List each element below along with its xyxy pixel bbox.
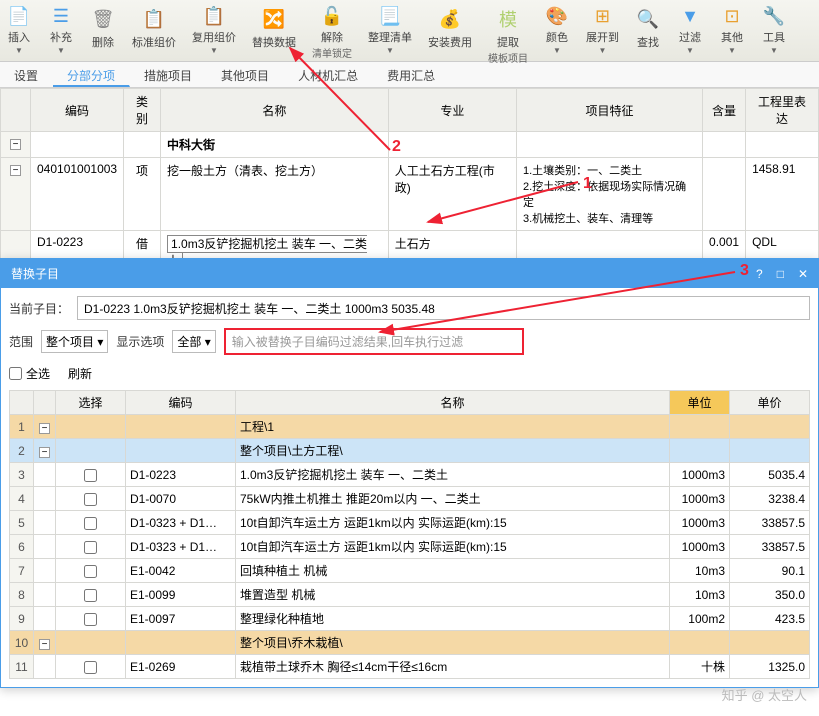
tab-人材机汇总[interactable]: 人材机汇总 — [284, 62, 373, 87]
current-item-input[interactable] — [77, 296, 810, 320]
dialog-title-text: 替换子目 — [11, 265, 59, 282]
show-select[interactable]: 全部 ▾ — [172, 330, 215, 353]
toolbar-插入[interactable]: 📄插入▼ — [2, 4, 36, 57]
list-item[interactable]: 3D1-02231.0m3反铲挖掘机挖土 装车 一、二类土1000m35035.… — [10, 463, 810, 487]
main-toolbar: 📄插入▼☰补充▼🗑删除📋标准组价📋复用组价▼🔀替换数据🔓解除清单锁定📃整理清单▼… — [0, 0, 819, 62]
row-checkbox[interactable] — [84, 613, 97, 626]
toolbar-整理清单[interactable]: 📃整理清单▼ — [364, 4, 416, 57]
replace-dialog: 替换子目 ? □ ✕ 当前子目： 范围 整个项目 ▾ 显示选项 全部 ▾ 输入被… — [0, 258, 819, 688]
scope-select[interactable]: 整个项目 ▾ — [41, 330, 108, 353]
tab-费用汇总[interactable]: 费用汇总 — [373, 62, 450, 87]
list-item[interactable]: 7E1-0042回填种植土 机械10m390.1 — [10, 559, 810, 583]
col-name: 名称 — [236, 391, 670, 415]
show-label: 显示选项 — [116, 333, 164, 350]
dialog-titlebar: 替换子目 ? □ ✕ — [1, 259, 818, 288]
refresh-button[interactable]: 刷新 — [60, 363, 100, 384]
sub-items-table: 选择 编码 名称 单位 单价 1−工程\12−整个项目\土方工程\3D1-022… — [9, 390, 810, 679]
toolbar-其他[interactable]: ⊡其他▼ — [715, 4, 749, 57]
toolbar-删除[interactable]: 🗑删除 — [86, 4, 120, 57]
list-item[interactable]: 5D1-0323 + D1…10t自卸汽车运土方 运距1km以内 实际运距(km… — [10, 511, 810, 535]
toolbar-提取[interactable]: 模提取模板项目 — [484, 4, 532, 57]
current-item-label: 当前子目： — [9, 300, 69, 317]
toolbar-查找[interactable]: 🔍查找 — [631, 4, 665, 57]
col-select: 选择 — [56, 391, 126, 415]
toolbar-标准组价[interactable]: 📋标准组价 — [128, 4, 180, 57]
section-tabs: 设置分部分项措施项目其他项目人材机汇总费用汇总 — [0, 62, 819, 88]
row-checkbox[interactable] — [84, 493, 97, 506]
maximize-icon[interactable]: □ — [777, 267, 784, 281]
col-code: 编码 — [126, 391, 236, 415]
watermark: 知乎 @ 太空人 — [722, 685, 807, 704]
select-all-checkbox[interactable]: 全选 — [9, 365, 50, 382]
toolbar-复用组价[interactable]: 📋复用组价▼ — [188, 4, 240, 57]
row-checkbox[interactable] — [84, 469, 97, 482]
list-item[interactable]: 9E1-0097整理绿化种植地100m2423.5 — [10, 607, 810, 631]
toolbar-补充[interactable]: ☰补充▼ — [44, 4, 78, 57]
filter-input[interactable]: 输入被替换子目编码过滤结果,回车执行过滤 — [224, 328, 524, 355]
list-item[interactable]: 2−整个项目\土方工程\ — [10, 439, 810, 463]
expand-icon[interactable]: − — [10, 165, 21, 176]
table-row[interactable]: −040101001003项挖一般土方（清表、挖土方）人工土石方工程(市政)1.… — [1, 158, 819, 231]
list-item[interactable]: 6D1-0323 + D1…10t自卸汽车运土方 运距1km以内 实际运距(km… — [10, 535, 810, 559]
tab-设置[interactable]: 设置 — [0, 62, 53, 87]
row-checkbox[interactable] — [84, 541, 97, 554]
toolbar-过滤[interactable]: ▼过滤▼ — [673, 4, 707, 57]
toolbar-颜色[interactable]: 🎨颜色▼ — [540, 4, 574, 57]
list-item[interactable]: 8E1-0099堆置造型 机械10m3350.0 — [10, 583, 810, 607]
tab-分部分项[interactable]: 分部分项 — [53, 62, 130, 87]
row-checkbox[interactable] — [84, 565, 97, 578]
help-icon[interactable]: ? — [756, 267, 763, 281]
expand-icon[interactable]: − — [39, 447, 50, 458]
expand-icon[interactable]: − — [39, 639, 50, 650]
table-row[interactable]: −中科大街 — [1, 132, 819, 158]
list-item[interactable]: 1−工程\1 — [10, 415, 810, 439]
tab-其他项目[interactable]: 其他项目 — [207, 62, 284, 87]
toolbar-解除[interactable]: 🔓解除清单锁定 — [308, 4, 356, 57]
col-price: 单价 — [730, 391, 810, 415]
toolbar-安装费用[interactable]: 💰安装费用 — [424, 4, 476, 57]
expand-icon[interactable]: − — [39, 423, 50, 434]
close-icon[interactable]: ✕ — [798, 267, 808, 281]
row-checkbox[interactable] — [84, 517, 97, 530]
toolbar-工具[interactable]: 🔧工具▼ — [757, 4, 791, 57]
scope-label: 范围 — [9, 333, 33, 350]
tab-措施项目[interactable]: 措施项目 — [130, 62, 207, 87]
list-item[interactable]: 4D1-007075kW内推土机推土 推距20m以内 一、二类土1000m332… — [10, 487, 810, 511]
row-checkbox[interactable] — [84, 589, 97, 602]
toolbar-替换数据[interactable]: 🔀替换数据 — [248, 4, 300, 57]
toolbar-展开到[interactable]: ⊞展开到▼ — [582, 4, 623, 57]
list-item[interactable]: 11E1-0269栽植带土球乔木 胸径≤14cm干径≤16cm十株1325.0 — [10, 655, 810, 679]
list-item[interactable]: 10−整个项目\乔木栽植\ — [10, 631, 810, 655]
expand-icon[interactable]: − — [10, 139, 21, 150]
col-unit: 单位 — [670, 391, 730, 415]
row-checkbox[interactable] — [84, 661, 97, 674]
